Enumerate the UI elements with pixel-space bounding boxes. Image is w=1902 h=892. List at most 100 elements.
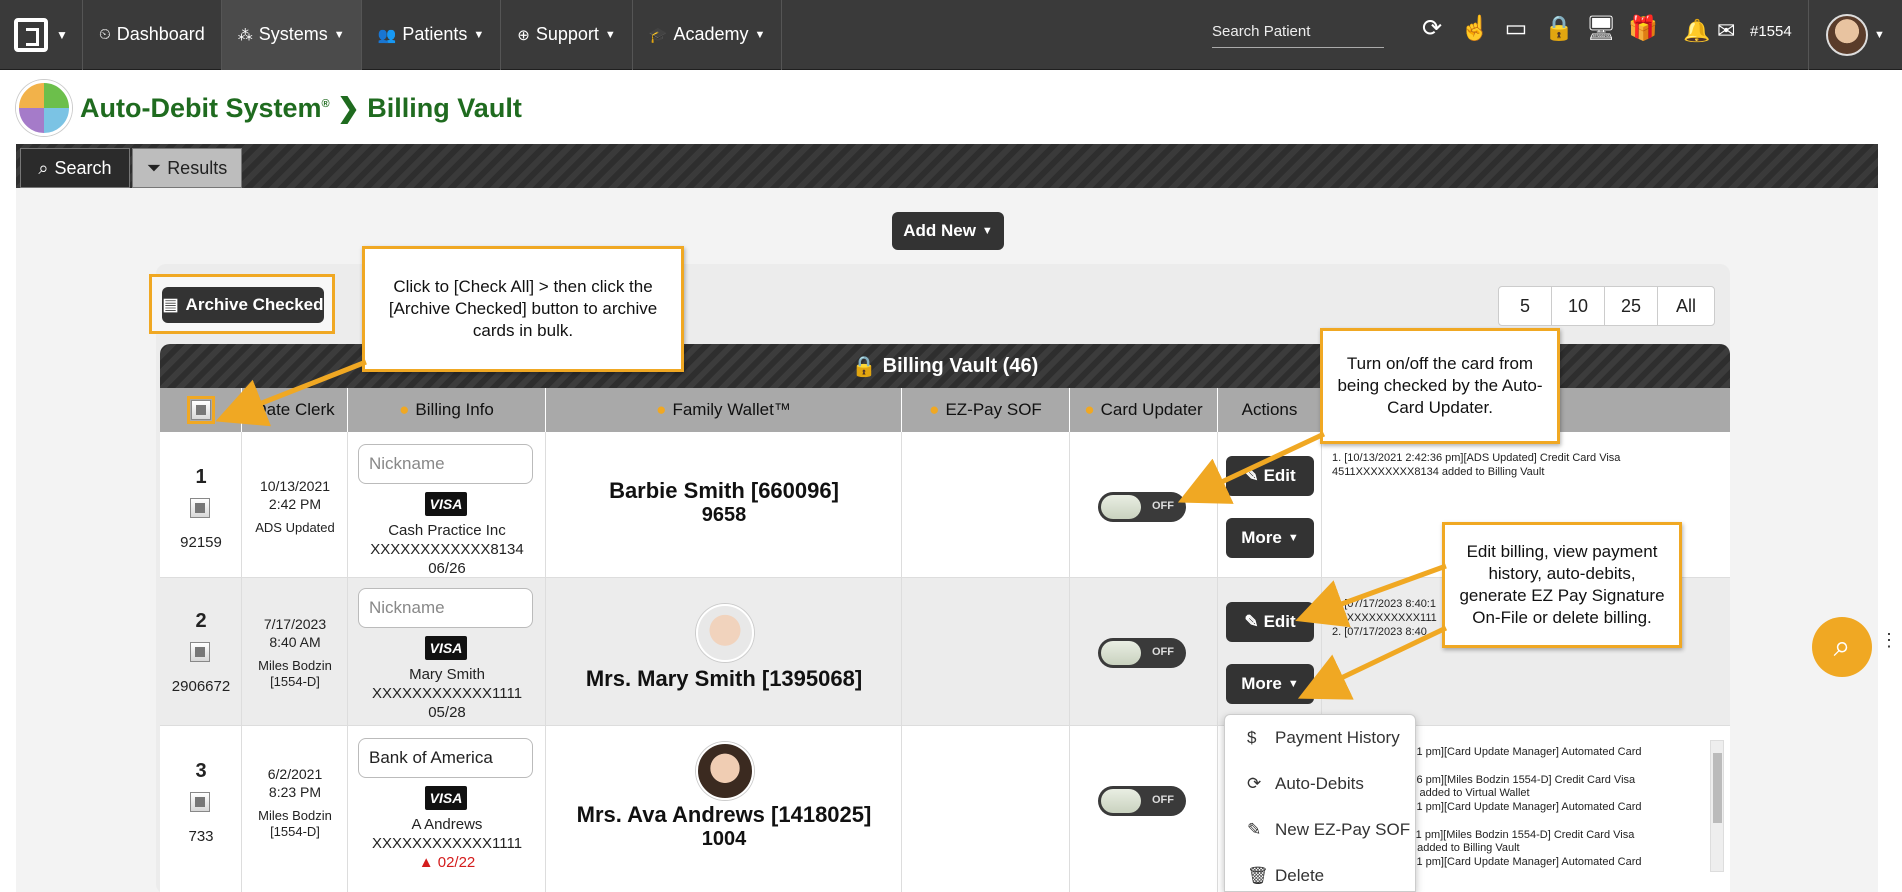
card-expiry: 05/28: [428, 703, 466, 721]
wallet-patient[interactable]: Barbie Smith [660096] 9658: [546, 478, 902, 527]
dashboard-icon: ⏲: [99, 26, 111, 43]
scrollbar-thumb[interactable]: [1713, 753, 1722, 823]
check-all-checkbox[interactable]: [190, 400, 211, 420]
wallet-patient[interactable]: Mrs. Mary Smith [1395068]: [546, 666, 902, 692]
page-size-5[interactable]: 5: [1499, 287, 1552, 325]
notes-log: :27:31 pm][Card Update Manager] Automate…: [1392, 746, 1710, 870]
log-line: OFF: [1392, 815, 1710, 829]
search-fab-button[interactable]: ⌕: [1812, 617, 1872, 677]
more-button[interactable]: More ▼: [1226, 518, 1314, 558]
card-holder: Cash Practice Inc: [388, 522, 506, 539]
tab-search[interactable]: ⌕ Search: [20, 148, 130, 188]
notes-scrollbar[interactable]: [1710, 740, 1724, 872]
add-new-button[interactable]: Add New ▼: [892, 212, 1004, 250]
app-logo-menu[interactable]: ▼: [0, 0, 83, 70]
header-actions: Actions: [1218, 388, 1322, 432]
edit-button[interactable]: ✎ Edit: [1226, 602, 1314, 642]
tabs-bar: ⌕ Search ⏷ Results: [16, 144, 1878, 188]
card-updater-toggle[interactable]: OFF: [1098, 786, 1186, 816]
search-patient-input[interactable]: Search Patient: [1212, 20, 1384, 48]
caret-down-icon: ▼: [473, 28, 485, 41]
nav-academy[interactable]: 🎓 Academy ▼: [633, 0, 783, 70]
lock-icon: 🔒: [851, 355, 877, 378]
row-select-cell: 2 2906672: [160, 578, 242, 725]
nav-patients[interactable]: 👥 Patients ▼: [362, 0, 502, 70]
row-id: 92159: [180, 534, 222, 551]
nickname-input[interactable]: Bank of America: [358, 738, 533, 778]
card-updater-toggle[interactable]: OFF: [1098, 492, 1186, 522]
menu-item-payment-history[interactable]: $ Payment History: [1225, 715, 1415, 761]
row-date: 10/13/2021: [259, 478, 331, 494]
breadcrumb-system[interactable]: Auto-Debit System: [80, 93, 322, 123]
user-menu[interactable]: ▼: [1808, 0, 1902, 70]
log-line: 4511XXXXXXXX8134 added to Billing Vault: [1332, 465, 1545, 478]
billing-details: A Andrews XXXXXXXXXXXX1111 ▲ 02/22: [348, 816, 546, 872]
nickname-input[interactable]: Nickname: [358, 444, 533, 484]
card-holder: A Andrews: [411, 816, 483, 833]
envelope-icon[interactable]: ✉: [1717, 18, 1735, 44]
menu-item-auto-debits[interactable]: ⟳ Auto-Debits: [1225, 761, 1415, 807]
toolbar-icons: ⟳ ☝ ▭ 🔒 🖥 🎁: [1418, 14, 1658, 43]
edit-button[interactable]: ✎ Edit: [1226, 456, 1314, 496]
archive-highlight: ▤ Archive Checked: [149, 274, 335, 334]
dollar-icon: $: [1247, 728, 1257, 747]
row-time: 2:42 PM: [268, 495, 322, 512]
row-clerk: Miles Bodzin: [258, 807, 332, 823]
billing-info-cell: Nickname VISA Cash Practice Inc XXXXXXXX…: [348, 432, 546, 577]
nav-patients-label: Patients: [402, 24, 468, 44]
help-icon[interactable]: ●: [399, 401, 409, 419]
archive-checked-button[interactable]: ▤ Archive Checked: [162, 287, 324, 323]
trademark: ®: [321, 97, 330, 110]
row-checkbox[interactable]: [190, 498, 210, 518]
nickname-input[interactable]: Nickname: [358, 588, 533, 628]
caret-down-icon: ▼: [1287, 678, 1299, 690]
header-ezpay-sof-label: EZ-Pay SOF: [945, 400, 1042, 420]
lock-icon[interactable]: 🔒: [1544, 14, 1574, 43]
log-line: :27:31 pm][Card Update Manager] Automate…: [1392, 746, 1642, 758]
card-updater-cell: OFF: [1070, 432, 1218, 577]
toggle-state: OFF: [1152, 794, 1174, 806]
menu-item-delete[interactable]: 🗑 Delete: [1225, 853, 1415, 892]
archive-icon: ▤: [162, 295, 179, 314]
page-size-10[interactable]: 10: [1552, 287, 1605, 325]
card-number: XXXXXXXXXXXX8134: [370, 540, 524, 558]
more-dropdown-menu: $ Payment History ⟳ Auto-Debits ✎ New EZ…: [1224, 714, 1416, 892]
log-line: :00:56 pm][Miles Bodzin 1554-D] Credit C…: [1392, 773, 1636, 786]
help-icon[interactable]: ●: [929, 401, 939, 419]
tab-results[interactable]: ⏷ Results: [132, 148, 242, 188]
drag-handle-icon[interactable]: ⋮⋮: [1880, 631, 1902, 649]
nav-support[interactable]: ⊕ Support ▼: [501, 0, 633, 70]
more-button[interactable]: More ▼: [1226, 664, 1314, 704]
nav-systems[interactable]: ⁂ Systems ▼: [221, 0, 362, 70]
nav-systems-label: Systems: [258, 24, 328, 44]
more-label: More: [1241, 528, 1282, 547]
row-date: 7/17/2023: [263, 616, 327, 632]
help-icon[interactable]: ●: [656, 401, 666, 419]
page-size-25[interactable]: 25: [1605, 287, 1658, 325]
card-updater-toggle[interactable]: OFF: [1098, 638, 1186, 668]
tab-results-label: Results: [167, 157, 228, 178]
card-number: XXXXXXXXXXXX1111: [371, 834, 523, 852]
callout-archive: Click to [Check All] > then click the [A…: [362, 246, 684, 372]
date-clerk-cell: 7/17/2023 8:40 AM Miles Bodzin [1554-D]: [242, 578, 348, 725]
pointer-hand-icon[interactable]: ☝: [1460, 14, 1490, 43]
bell-icon[interactable]: 🔔: [1683, 18, 1710, 44]
nav-dashboard[interactable]: ⏲ Dashboard: [83, 0, 222, 70]
page-size-all[interactable]: All: [1658, 287, 1714, 325]
ezpay-sof-cell: [902, 726, 1070, 892]
menu-item-new-ezpay-sof[interactable]: ✎ New EZ-Pay SOF: [1225, 807, 1415, 853]
sync-icon[interactable]: ⟳: [1418, 14, 1446, 43]
row-date: 6/2/2021: [267, 766, 323, 782]
header-card-updater-label: Card Updater: [1100, 400, 1203, 420]
wallet-patient[interactable]: Mrs. Ava Andrews [1418025] 1004: [546, 802, 902, 851]
monitor-dollar-icon[interactable]: 🖥: [1586, 14, 1616, 43]
gift-icon[interactable]: 🎁: [1628, 14, 1658, 43]
row-checkbox[interactable]: [190, 792, 210, 812]
header-card-updater: ● Card Updater: [1070, 388, 1218, 432]
header-family-wallet: ● Family Wallet™: [546, 388, 902, 432]
help-icon[interactable]: ●: [1084, 401, 1094, 419]
row-checkbox[interactable]: [190, 642, 210, 662]
credit-card-icon[interactable]: ▭: [1502, 14, 1530, 43]
header-date-clerk[interactable]: Date Clerk: [242, 388, 348, 432]
billing-details: Cash Practice Inc XXXXXXXXXXXX8134 06/26: [348, 522, 546, 578]
